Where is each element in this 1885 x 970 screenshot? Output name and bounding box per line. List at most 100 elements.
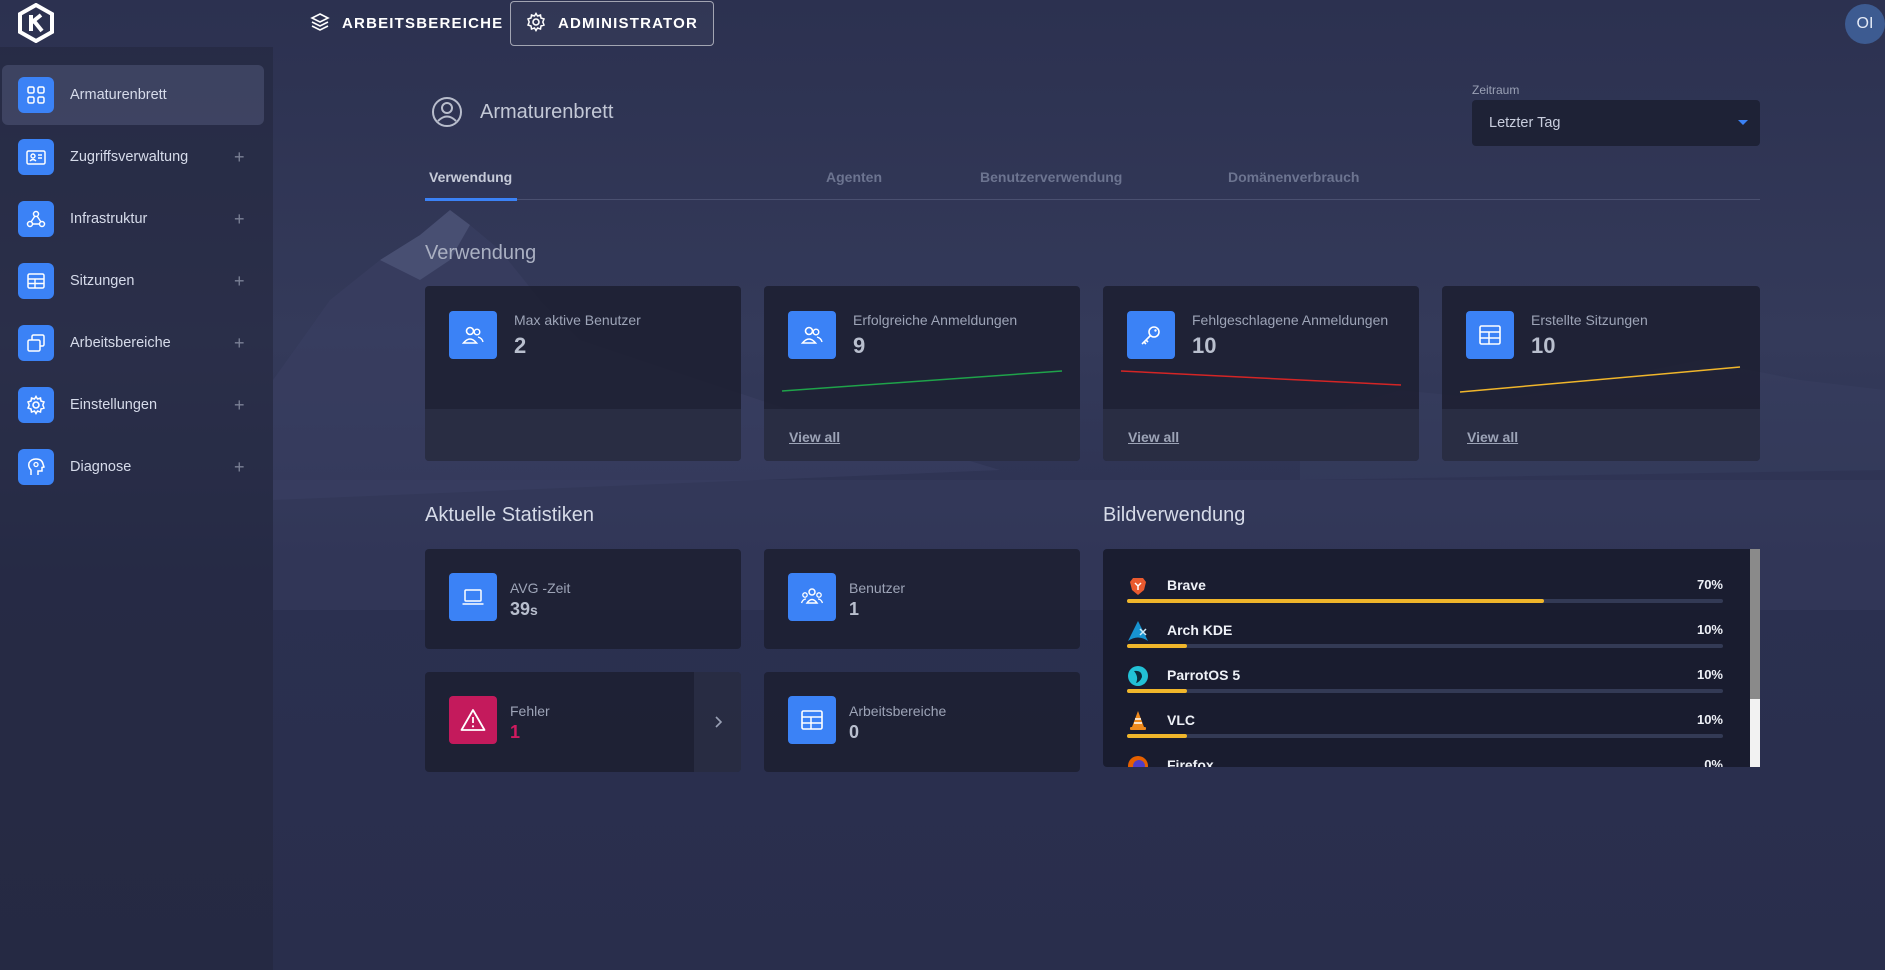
sidebar-item-label: Diagnose — [70, 459, 132, 475]
time-range-select[interactable]: Letzter Tag — [1472, 100, 1760, 146]
image-name: Firefox — [1167, 757, 1214, 767]
list-item: ParrotOS 5 10% — [1127, 661, 1723, 706]
image-percent: 10% — [1696, 667, 1723, 682]
sidebar-item-label: Einstellungen — [70, 397, 158, 413]
windows-icon — [18, 325, 54, 361]
stat-card-users: Benutzer 1 — [764, 549, 1080, 649]
usage-section-title: Verwendung — [425, 242, 537, 264]
usage-card-max-users: Max aktive Benutzer 2 — [425, 286, 741, 461]
list-item: Firefox 0% — [1127, 751, 1723, 767]
workspaces-nav-label: ARBEITSBEREICHE — [342, 15, 504, 32]
webhook-icon — [18, 201, 54, 237]
user-avatar[interactable]: OI — [1845, 4, 1885, 44]
laptop-icon — [449, 573, 497, 621]
stat-label: Arbeitsbereiche — [849, 703, 947, 719]
stat-card-workspaces: Arbeitsbereiche 0 — [764, 672, 1080, 772]
sidebar-item-diagnose[interactable]: Diagnose + — [2, 437, 264, 497]
image-name: Brave — [1167, 577, 1206, 593]
image-usage-list[interactable]: Brave 70% Arch KDE 10% ParrotOS 5 10% VL… — [1103, 549, 1760, 767]
image-usage-title: Bildverwendung — [1103, 504, 1246, 526]
time-range-label: Zeitraum — [1472, 83, 1520, 97]
errors-details-button[interactable] — [694, 672, 741, 772]
card-label: Max aktive Benutzer — [514, 312, 641, 328]
top-bar: ARBEITSBEREICHE ADMINISTRATOR OI — [0, 0, 1885, 47]
view-all-link[interactable]: View all — [789, 429, 840, 445]
sidebar-item-einstellungen[interactable]: Einstellungen + — [2, 375, 264, 435]
expand-plus-icon[interactable]: + — [234, 457, 245, 478]
arch-icon — [1128, 621, 1148, 641]
usage-bar-track — [1127, 644, 1723, 648]
time-range-value: Letzter Tag — [1489, 115, 1561, 131]
table-icon — [1466, 311, 1514, 359]
id-card-icon — [18, 139, 54, 175]
caret-down-icon — [1738, 120, 1748, 125]
gear-icon — [18, 387, 54, 423]
stat-value-number: 39 — [510, 599, 531, 619]
usage-bar-track — [1127, 734, 1723, 738]
sidebar-item-label: Zugriffsverwaltung — [70, 149, 189, 165]
usage-bar-fill — [1127, 734, 1187, 738]
grid-icon — [18, 77, 54, 113]
usage-card-successful-logins: Erfolgreiche Anmeldungen 9 View all — [764, 286, 1080, 461]
expand-plus-icon[interactable]: + — [234, 271, 245, 292]
expand-plus-icon[interactable]: + — [234, 333, 245, 354]
firefox-icon — [1128, 756, 1148, 767]
stat-label: Benutzer — [849, 580, 906, 596]
card-footer — [425, 409, 741, 461]
view-all-link[interactable]: View all — [1128, 429, 1179, 445]
expand-plus-icon[interactable]: + — [234, 395, 245, 416]
image-list-scroll-thumb[interactable] — [1750, 549, 1760, 699]
dashboard-tabs: Verwendung Agenten Benutzerverwendung Do… — [425, 160, 1760, 201]
expand-plus-icon[interactable]: + — [234, 209, 245, 230]
brave-icon — [1130, 578, 1146, 595]
image-name: ParrotOS 5 — [1167, 667, 1241, 683]
sidebar-item-label: Arbeitsbereiche — [70, 335, 171, 351]
image-percent: 10% — [1696, 712, 1723, 727]
layers-icon — [310, 12, 330, 36]
sidebar-item-arbeitsbereiche[interactable]: Arbeitsbereiche + — [2, 313, 264, 373]
image-name: Arch KDE — [1167, 622, 1233, 638]
tab-verwendung[interactable]: Verwendung — [429, 169, 512, 185]
sidebar-item-sitzungen[interactable]: Sitzungen + — [2, 251, 264, 311]
page-title: Armaturenbrett — [480, 101, 614, 123]
workspaces-nav-button[interactable]: ARBEITSBEREICHE — [292, 1, 521, 46]
sidebar-item-armaturenbrett[interactable]: Armaturenbrett — [2, 65, 264, 125]
user-circle-icon — [431, 96, 463, 128]
stat-value: 1 — [849, 599, 860, 619]
sidebar-item-label: Armaturenbrett — [70, 87, 167, 103]
stat-card-avg-time: AVG -Zeit 39s — [425, 549, 741, 649]
main-content: Armaturenbrett Zeitraum Letzter Tag Verw… — [273, 47, 1885, 970]
key-icon — [1127, 311, 1175, 359]
current-stats-title: Aktuelle Statistiken — [425, 504, 594, 526]
card-label: Erstellte Sitzungen — [1531, 312, 1648, 328]
trend-line-successful — [781, 370, 1063, 392]
expand-plus-icon[interactable]: + — [234, 147, 245, 168]
view-all-link[interactable]: View all — [1467, 429, 1518, 445]
kasm-logo-icon[interactable] — [16, 2, 56, 44]
stat-value-unit: s — [530, 602, 538, 618]
card-label: Fehlgeschlagene Anmeldungen — [1192, 312, 1389, 328]
active-tab-indicator — [425, 198, 517, 201]
usage-bar-fill — [1127, 644, 1187, 648]
users-icon — [788, 311, 836, 359]
card-value: 10 — [1192, 333, 1217, 358]
tab-agenten[interactable]: Agenten — [826, 169, 882, 185]
card-label: Erfolgreiche Anmeldungen — [853, 312, 1018, 328]
usage-bar-track — [1127, 599, 1723, 603]
usage-card-created-sessions: Erstellte Sitzungen 10 View all — [1442, 286, 1760, 461]
tab-benutzerverwendung[interactable]: Benutzerverwendung — [980, 169, 1122, 185]
brain-head-icon — [18, 449, 54, 485]
sidebar-item-infrastruktur[interactable]: Infrastruktur + — [2, 189, 264, 249]
list-item: Brave 70% — [1127, 571, 1723, 616]
image-percent: 0% — [1704, 757, 1723, 767]
tab-domaenenverbrauch[interactable]: Domänenverbrauch — [1228, 169, 1359, 185]
image-percent: 70% — [1696, 577, 1723, 592]
users-icon — [449, 311, 497, 359]
stat-value: 39s — [510, 599, 538, 620]
administrator-nav-button[interactable]: ADMINISTRATOR — [510, 1, 714, 46]
sidebar-item-zugriffsverwaltung[interactable]: Zugriffsverwaltung + — [2, 127, 264, 187]
stat-card-errors: Fehler 1 — [425, 672, 741, 772]
usage-card-failed-logins: Fehlgeschlagene Anmeldungen 10 View all — [1103, 286, 1419, 461]
list-item: VLC 10% — [1127, 706, 1723, 751]
users-group-icon — [788, 573, 836, 621]
